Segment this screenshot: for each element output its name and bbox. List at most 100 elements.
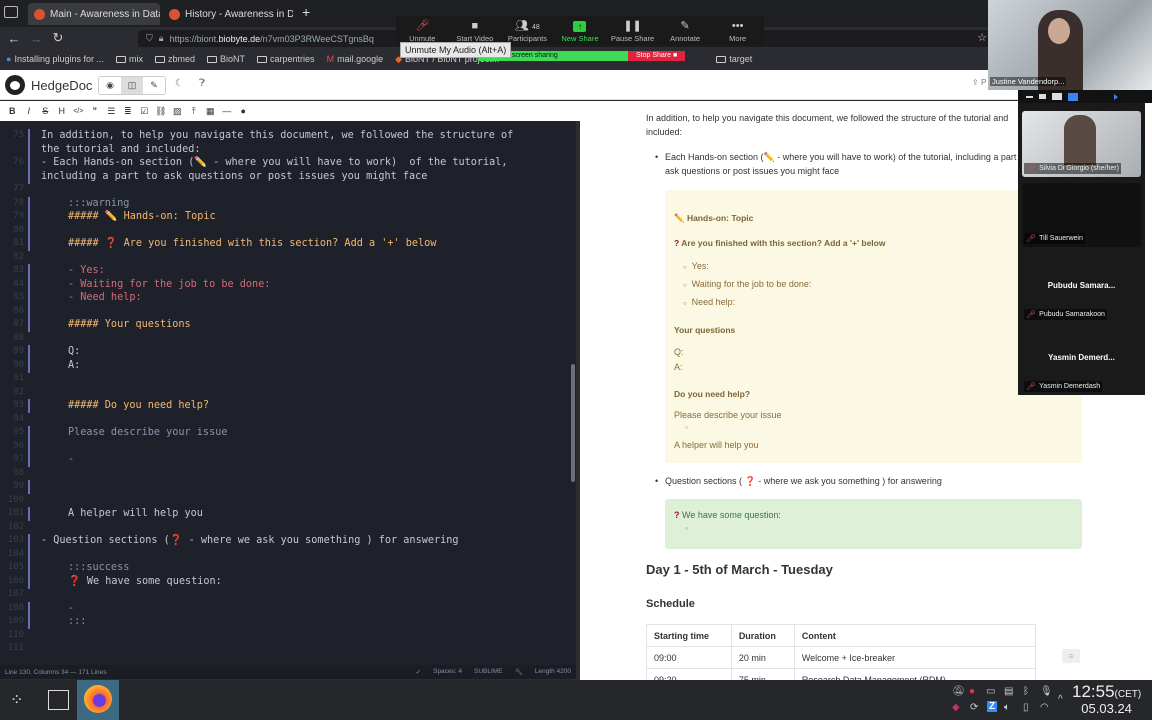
battery-icon[interactable]: ▯: [1023, 702, 1029, 713]
bluetooth-icon[interactable]: ᛒ: [1023, 686, 1029, 697]
code-line[interactable]: - Each Hands-on section (✏️ - where you …: [41, 157, 508, 168]
start-video-button[interactable]: ■ Start Video: [451, 20, 499, 43]
stop-share-button[interactable]: Stop Share ■: [628, 51, 686, 61]
bookmark-folder-carpentries[interactable]: carpentries: [257, 54, 315, 64]
speaker-view-icon[interactable]: [1052, 93, 1062, 100]
strikethrough-icon[interactable]: S: [37, 106, 54, 116]
code-line[interactable]: A:: [68, 360, 80, 371]
reload-icon[interactable]: ↻: [47, 30, 69, 46]
editor-scrollbar[interactable]: [571, 364, 575, 482]
code-line[interactable]: ##### ✏️ Hands-on: Topic: [68, 211, 216, 222]
code-line[interactable]: In addition, to help you navigate this d…: [41, 130, 513, 141]
wifi-icon[interactable]: ◠: [1040, 702, 1049, 713]
bookmark-folder-target[interactable]: target: [716, 54, 752, 64]
code-line[interactable]: Q:: [68, 346, 80, 357]
split-mode-button[interactable]: ◫: [121, 77, 143, 94]
pause-share-button[interactable]: ❚❚ Pause Share: [609, 20, 657, 43]
code-line[interactable]: - Question sections (❓ - where we ask yo…: [41, 535, 459, 546]
volume-icon[interactable]: 🔈︎: [1004, 702, 1010, 713]
show-desktop-icon[interactable]: [48, 690, 69, 710]
wrench-icon[interactable]: 🔧︎: [515, 668, 523, 676]
participant-tile[interactable]: Pubudu Samara... 🎤︎ Pubudu Samarakoon: [1022, 253, 1141, 323]
code-line[interactable]: :::: [68, 616, 86, 627]
night-mode-icon[interactable]: ☾: [175, 78, 184, 89]
edit-mode-button[interactable]: ✎: [143, 77, 165, 94]
italic-icon[interactable]: I: [21, 106, 38, 116]
app-tray-icon[interactable]: ◆: [952, 702, 960, 713]
new-tab-button[interactable]: +: [302, 4, 310, 20]
participants-button[interactable]: 👥︎ 48 Participants: [503, 20, 551, 43]
zoom-tray-icon[interactable]: Z: [987, 701, 998, 712]
upload-icon[interactable]: ⤒: [186, 106, 203, 117]
microphone-icon[interactable]: 🎙︎: [1040, 686, 1053, 697]
bookmark-folder-zbmed[interactable]: zbmed: [155, 54, 195, 64]
keymap-selector[interactable]: SUBLIME: [474, 668, 503, 676]
quote-icon[interactable]: ”: [87, 106, 104, 116]
minimize-icon[interactable]: [1026, 95, 1033, 98]
checkbox-icon[interactable]: ☑: [136, 106, 153, 117]
help-icon[interactable]: ❓︎: [199, 78, 205, 89]
horizontal-rule-icon[interactable]: —: [219, 106, 236, 116]
table-of-contents-button[interactable]: ≡: [1062, 649, 1080, 663]
code-line[interactable]: - Yes:: [68, 265, 105, 276]
annotate-button[interactable]: ✎ Annotate: [661, 20, 709, 43]
bookmark-mail-google[interactable]: Mmail.google: [327, 54, 384, 64]
unmute-button[interactable]: 🎤︎ Unmute: [398, 20, 446, 43]
code-line[interactable]: including a part to ask questions or pos…: [41, 171, 427, 182]
heading-icon[interactable]: H: [54, 106, 71, 116]
code-line[interactable]: the tutorial and included:: [41, 144, 200, 155]
indent-spaces[interactable]: Spaces: 4: [433, 668, 462, 676]
view-mode-button[interactable]: ◉: [99, 77, 121, 94]
system-clock[interactable]: 12:55(CET) 05.03.24: [1072, 683, 1141, 715]
hide-self-icon[interactable]: [1039, 94, 1046, 99]
link-icon[interactable]: ⛓: [153, 106, 170, 117]
tab-main[interactable]: Main - Awareness in Data ✕: [28, 3, 160, 25]
table-icon[interactable]: ▦: [202, 106, 219, 117]
participant-tile[interactable]: 🎤︎ Till Sauerwein: [1022, 183, 1141, 247]
next-page-icon[interactable]: [1114, 93, 1118, 100]
participant-tile[interactable]: 🎤︎ Silvia Di Giorgio (she/her): [1022, 111, 1141, 177]
code-line[interactable]: :::warning: [68, 198, 129, 209]
terminal-icon[interactable]: ▭: [986, 686, 995, 697]
code-line[interactable]: :::success: [68, 562, 129, 573]
tab-history[interactable]: History - Awareness in Data ✕: [163, 3, 293, 25]
tray-expand-icon[interactable]: ^: [1058, 694, 1063, 705]
notifications-icon[interactable]: 🔕︎: [952, 686, 965, 697]
forward-icon[interactable]: →: [25, 31, 47, 46]
code-line[interactable]: ##### ❓ Are you finished with this secti…: [68, 238, 436, 249]
bold-icon[interactable]: B: [4, 106, 21, 116]
hedgedoc-logo[interactable]: HedgeDoc: [5, 75, 92, 95]
bookmark-installing-plugins[interactable]: ● Installing plugins for ...: [6, 54, 104, 64]
bookmark-star-icon[interactable]: ☆: [977, 31, 987, 44]
code-line[interactable]: A helper will help you: [68, 508, 203, 519]
code-line[interactable]: - Waiting for the job to be done:: [68, 279, 270, 290]
code-line[interactable]: ❓ We have some question:: [68, 576, 222, 587]
comment-icon[interactable]: ●: [235, 106, 252, 116]
code-line[interactable]: -: [68, 454, 74, 465]
code-line[interactable]: ##### Do you need help?: [68, 400, 209, 411]
publish-button[interactable]: ⇪ P: [972, 78, 986, 87]
update-icon[interactable]: ⟳: [970, 702, 978, 713]
code-line[interactable]: ##### Your questions: [68, 319, 191, 330]
unordered-list-icon[interactable]: ☰: [103, 106, 120, 117]
record-icon[interactable]: ●: [969, 686, 975, 697]
firefox-task[interactable]: [77, 680, 119, 720]
new-share-button[interactable]: ↑ New Share: [556, 21, 604, 43]
ordered-list-icon[interactable]: ≣: [120, 106, 137, 117]
gallery-view-icon[interactable]: [1068, 92, 1078, 101]
code-line[interactable]: Please describe your issue: [68, 427, 227, 438]
back-icon[interactable]: ←: [3, 31, 25, 46]
participant-tile[interactable]: Yasmin Demerd... 🎤︎ Yasmin Demerdash: [1022, 325, 1141, 395]
markdown-editor[interactable]: 75 In addition, to help you navigate this…: [0, 121, 576, 666]
self-video-tile[interactable]: Justine Vandendorp...: [988, 0, 1152, 90]
bookmark-folder-biont[interactable]: BioNT: [207, 54, 245, 64]
image-icon[interactable]: ▨: [169, 106, 186, 117]
tab-overview-icon[interactable]: [4, 6, 18, 18]
more-button[interactable]: ••• More: [714, 20, 762, 43]
code-line[interactable]: - Need help:: [68, 292, 142, 303]
app-launcher-icon[interactable]: ⁘: [10, 690, 23, 710]
clipboard-icon[interactable]: ▤: [1004, 686, 1013, 697]
bookmark-folder-mix[interactable]: mix: [116, 54, 143, 64]
code-line[interactable]: -: [68, 603, 74, 614]
code-icon[interactable]: </>: [70, 108, 87, 115]
